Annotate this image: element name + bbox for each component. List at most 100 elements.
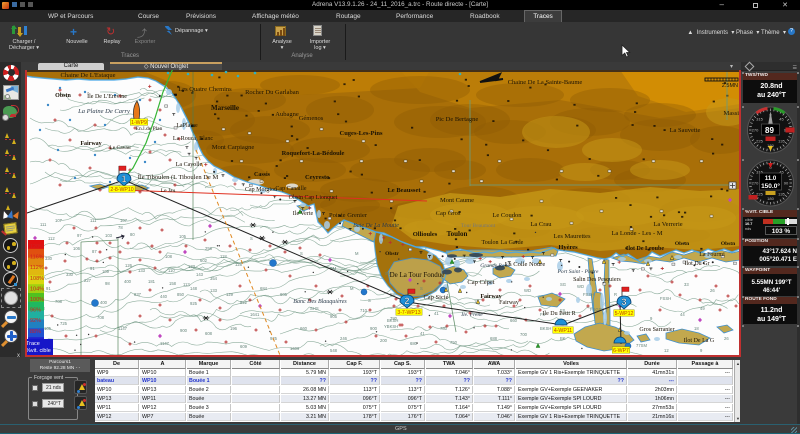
svg-text:80: 80 bbox=[130, 232, 135, 237]
svg-text:708: 708 bbox=[97, 315, 105, 320]
svg-text:Ilot Du Gr: Ilot Du Gr bbox=[685, 261, 710, 267]
svg-text:Cassis: Cassis bbox=[254, 172, 271, 178]
svg-text:En.l.de Plan: En.l.de Plan bbox=[136, 126, 163, 132]
svg-text:105: 105 bbox=[179, 234, 187, 239]
svg-text:Trace: Trace bbox=[26, 341, 40, 347]
svg-text:Chaine De L'Estaque: Chaine De L'Estaque bbox=[61, 72, 116, 79]
svg-text:Gros Sarranier: Gros Sarranier bbox=[639, 327, 674, 333]
svg-text:Obstr: Obstr bbox=[385, 251, 399, 257]
svg-text:602: 602 bbox=[200, 258, 208, 263]
svg-text:1: 1 bbox=[121, 174, 126, 184]
svg-text:Obstn: Obstn bbox=[721, 241, 735, 247]
svg-text:Obstn: Obstn bbox=[55, 93, 71, 99]
svg-text:227: 227 bbox=[84, 278, 92, 283]
svg-text:135: 135 bbox=[778, 192, 785, 197]
svg-text:La Verrerie: La Verrerie bbox=[653, 221, 682, 228]
svg-text:Ile. Frene: Ile. Frene bbox=[460, 312, 483, 318]
svg-text:Le Beausset: Le Beausset bbox=[387, 187, 421, 194]
svg-text:608: 608 bbox=[205, 331, 213, 336]
svg-text:26: 26 bbox=[710, 288, 715, 293]
svg-text:La Rouca, Blanc: La Rouca, Blanc bbox=[173, 136, 213, 142]
svg-text:1609: 1609 bbox=[290, 346, 300, 351]
svg-text:Mont Caume: Mont Caume bbox=[440, 197, 474, 204]
svg-text:Ceyreste: Ceyreste bbox=[305, 174, 329, 181]
svg-text:2: 2 bbox=[404, 296, 409, 306]
svg-text:200: 200 bbox=[380, 338, 388, 343]
svg-text:S: S bbox=[368, 298, 371, 303]
svg-text:92%: 92% bbox=[30, 318, 41, 324]
svg-text:111: 111 bbox=[90, 218, 97, 223]
svg-text:181: 181 bbox=[148, 279, 156, 284]
svg-text:135: 135 bbox=[778, 138, 785, 143]
svg-text:La Londe - Les - M: La Londe - Les - M bbox=[611, 230, 662, 237]
svg-text:FSSH: FSSH bbox=[583, 292, 594, 297]
svg-text:Toulon: Toulon bbox=[447, 230, 468, 238]
svg-text:LaPlaine: LaPlaine bbox=[176, 123, 198, 129]
svg-text:104%: 104% bbox=[30, 286, 44, 292]
svg-text:77SM: 77SM bbox=[636, 343, 647, 348]
svg-text:103: 103 bbox=[105, 233, 113, 238]
svg-text:Grande Rade: Grande Rade bbox=[480, 263, 510, 269]
svg-text:1147: 1147 bbox=[160, 341, 170, 346]
svg-text:La Plaine De Carry: La Plaine De Carry bbox=[77, 108, 130, 115]
svg-text:158: 158 bbox=[169, 281, 177, 286]
svg-text:11.0: 11.0 bbox=[765, 176, 777, 182]
svg-text:Cap Sicié: Cap Sicié bbox=[423, 294, 448, 301]
svg-text:126: 126 bbox=[125, 263, 133, 268]
svg-text:110: 110 bbox=[168, 268, 175, 273]
svg-text:270: 270 bbox=[752, 181, 759, 186]
svg-text:Les Quatre Chemins: Les Quatre Chemins bbox=[178, 86, 232, 93]
svg-text:90: 90 bbox=[784, 181, 789, 186]
svg-text:100%: 100% bbox=[30, 297, 44, 303]
svg-text:680: 680 bbox=[410, 341, 418, 346]
svg-text:660: 660 bbox=[510, 318, 518, 323]
svg-text:Rocher Du Garlaban: Rocher Du Garlaban bbox=[245, 89, 300, 96]
svg-text:108: 108 bbox=[165, 254, 173, 259]
svg-text:Obstn Cap Lionquet: Obstn Cap Lionquet bbox=[289, 195, 338, 201]
svg-text:Pointe Grenier: Pointe Grenier bbox=[329, 212, 368, 219]
svg-text:Ile Du Petit R: Ile Du Petit R bbox=[542, 311, 575, 317]
svg-text:925: 925 bbox=[190, 301, 198, 306]
svg-text:M: M bbox=[350, 286, 354, 291]
svg-text:133: 133 bbox=[138, 268, 146, 273]
svg-text:S: S bbox=[250, 236, 253, 241]
svg-text:120%: 120% bbox=[30, 244, 44, 250]
svg-text:La Cayolle: La Cayolle bbox=[176, 162, 203, 168]
svg-text:La Garde: La Garde bbox=[501, 240, 524, 246]
svg-text:89: 89 bbox=[765, 126, 774, 135]
svg-text:Les Maurettes: Les Maurettes bbox=[553, 233, 590, 240]
svg-text:1147: 1147 bbox=[118, 326, 128, 331]
svg-text:109: 109 bbox=[102, 269, 110, 274]
svg-text:400: 400 bbox=[124, 279, 132, 284]
svg-text:548: 548 bbox=[330, 348, 338, 353]
svg-text:R: R bbox=[614, 292, 617, 297]
svg-text:180: 180 bbox=[767, 196, 774, 201]
svg-text:107: 107 bbox=[120, 218, 128, 223]
svg-text:Chaine De La Sainte-Baume: Chaine De La Sainte-Baume bbox=[508, 79, 583, 86]
svg-text:900: 900 bbox=[180, 328, 188, 333]
svg-text:108%: 108% bbox=[30, 276, 44, 282]
svg-text:Toulon: Toulon bbox=[482, 240, 499, 246]
svg-text:3: 3 bbox=[621, 297, 626, 307]
svg-text:196: 196 bbox=[230, 326, 238, 331]
svg-text:148: 148 bbox=[190, 286, 198, 291]
svg-text:49: 49 bbox=[700, 306, 705, 311]
svg-text:La Crau: La Crau bbox=[530, 221, 552, 228]
svg-text:850: 850 bbox=[177, 292, 185, 297]
svg-text:112%: 112% bbox=[30, 265, 44, 271]
svg-text:%vit. cible: %vit. cible bbox=[26, 348, 51, 354]
svg-text:6-WP7: 6-WP7 bbox=[613, 348, 629, 354]
svg-text:330: 330 bbox=[66, 272, 74, 277]
svg-text:129: 129 bbox=[226, 292, 234, 297]
svg-text:330: 330 bbox=[45, 256, 53, 261]
svg-text:Cuges-Les-Pins: Cuges-Les-Pins bbox=[340, 130, 383, 137]
svg-text:41: 41 bbox=[420, 331, 425, 336]
svg-text:Fairway: Fairway bbox=[499, 300, 519, 306]
svg-text:660: 660 bbox=[300, 326, 308, 331]
svg-text:87: 87 bbox=[92, 249, 97, 254]
svg-text:97: 97 bbox=[77, 233, 82, 238]
svg-text:107: 107 bbox=[55, 218, 63, 223]
svg-text:WD: WD bbox=[524, 288, 531, 293]
svg-text:440: 440 bbox=[160, 294, 168, 299]
svg-text:Obstn: Obstn bbox=[675, 241, 689, 247]
